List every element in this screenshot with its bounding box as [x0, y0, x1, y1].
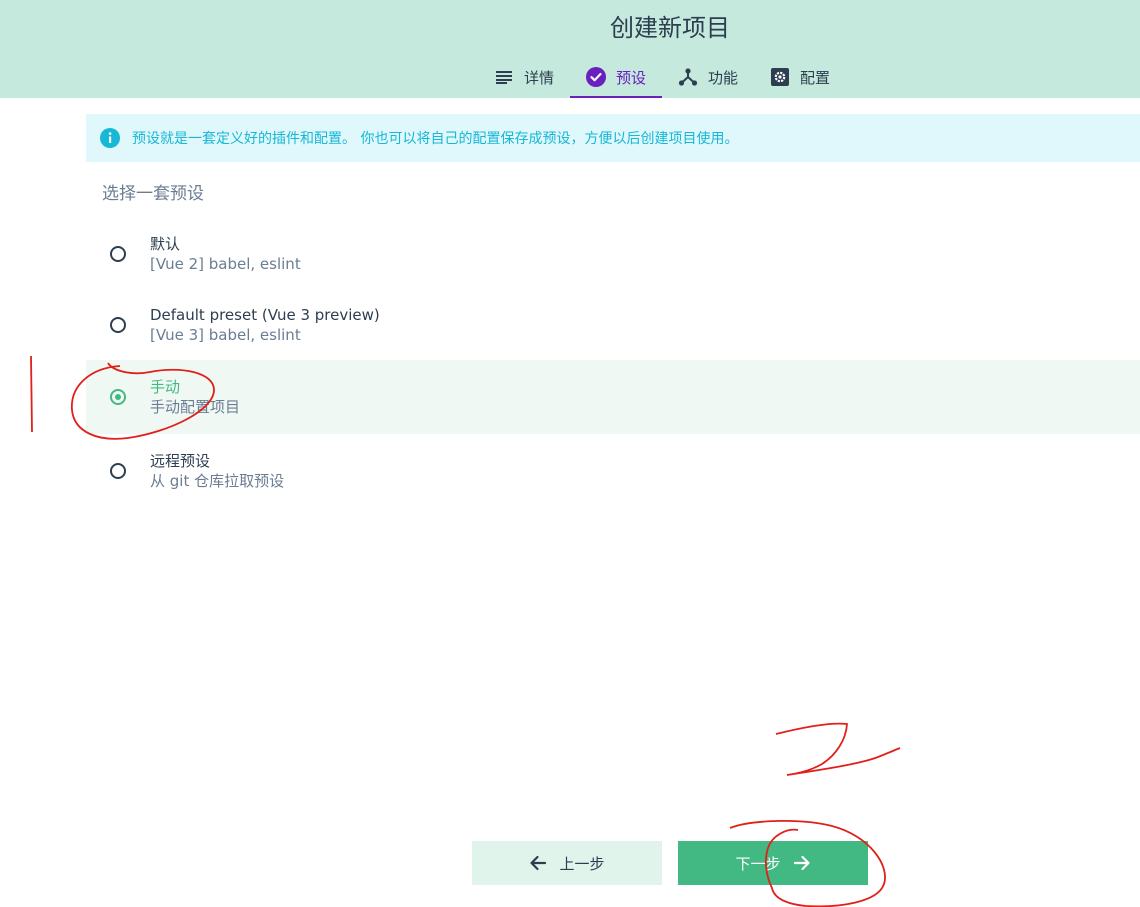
annotation-vertical-line	[30, 355, 33, 433]
page-title: 创建新项目	[610, 14, 730, 42]
preset-section-title: 选择一套预设	[102, 184, 204, 204]
list-icon	[494, 67, 514, 87]
gear-icon	[770, 67, 790, 87]
radio-button-selected[interactable]	[110, 389, 126, 405]
preset-description: 手动配置项目	[150, 397, 241, 416]
preset-option-manual[interactable]: 手动 手动配置项目	[86, 360, 1140, 434]
tab-presets[interactable]: 预设	[570, 56, 663, 98]
next-button[interactable]: 下一步	[678, 841, 868, 885]
previous-button[interactable]: 上一步	[472, 841, 662, 885]
arrow-right-icon	[793, 854, 811, 872]
tab-label: 预设	[616, 68, 647, 87]
preset-name: 手动	[150, 377, 181, 396]
fork-icon	[678, 67, 698, 87]
next-button-label: 下一步	[735, 854, 781, 873]
radio-button[interactable]	[110, 317, 126, 333]
tab-label: 详情	[524, 68, 555, 87]
tab-features[interactable]: 功能	[662, 56, 754, 98]
radio-button[interactable]	[110, 246, 126, 262]
preset-name: 默认	[150, 234, 181, 253]
preset-option-vue3[interactable]: Default preset (Vue 3 preview) [Vue 3] b…	[86, 289, 1140, 361]
preset-name: Default preset (Vue 3 preview)	[150, 305, 380, 324]
info-icon	[100, 128, 120, 148]
tab-label: 功能	[708, 68, 739, 87]
preset-option-remote[interactable]: 远程预设 从 git 仓库拉取预设	[86, 435, 1140, 507]
tab-details[interactable]: 详情	[478, 56, 570, 98]
previous-button-label: 上一步	[559, 854, 605, 873]
preset-description: [Vue 3] babel, eslint	[150, 325, 301, 344]
tab-label: 配置	[800, 68, 831, 87]
info-text: 预设就是一套定义好的插件和配置。 你也可以将自己的配置保存成预设，方便以后创建项…	[132, 131, 739, 147]
preset-name: 远程预设	[150, 451, 211, 470]
tab-config[interactable]: 配置	[754, 56, 846, 98]
check-circle-icon	[586, 67, 607, 87]
annotation-number-two	[775, 722, 901, 776]
radio-button[interactable]	[110, 463, 126, 479]
info-banner: 预设就是一套定义好的插件和配置。 你也可以将自己的配置保存成预设，方便以后创建项…	[86, 114, 1140, 162]
tab-bar: 详情 预设 功能 配置	[478, 56, 846, 98]
arrow-left-icon	[529, 854, 547, 872]
header: 创建新项目 详情 预设 功能 配置	[0, 0, 1140, 98]
preset-description: 从 git 仓库拉取预设	[150, 471, 285, 490]
preset-option-default[interactable]: 默认 [Vue 2] babel, eslint	[86, 218, 1140, 290]
preset-description: [Vue 2] babel, eslint	[150, 254, 301, 273]
